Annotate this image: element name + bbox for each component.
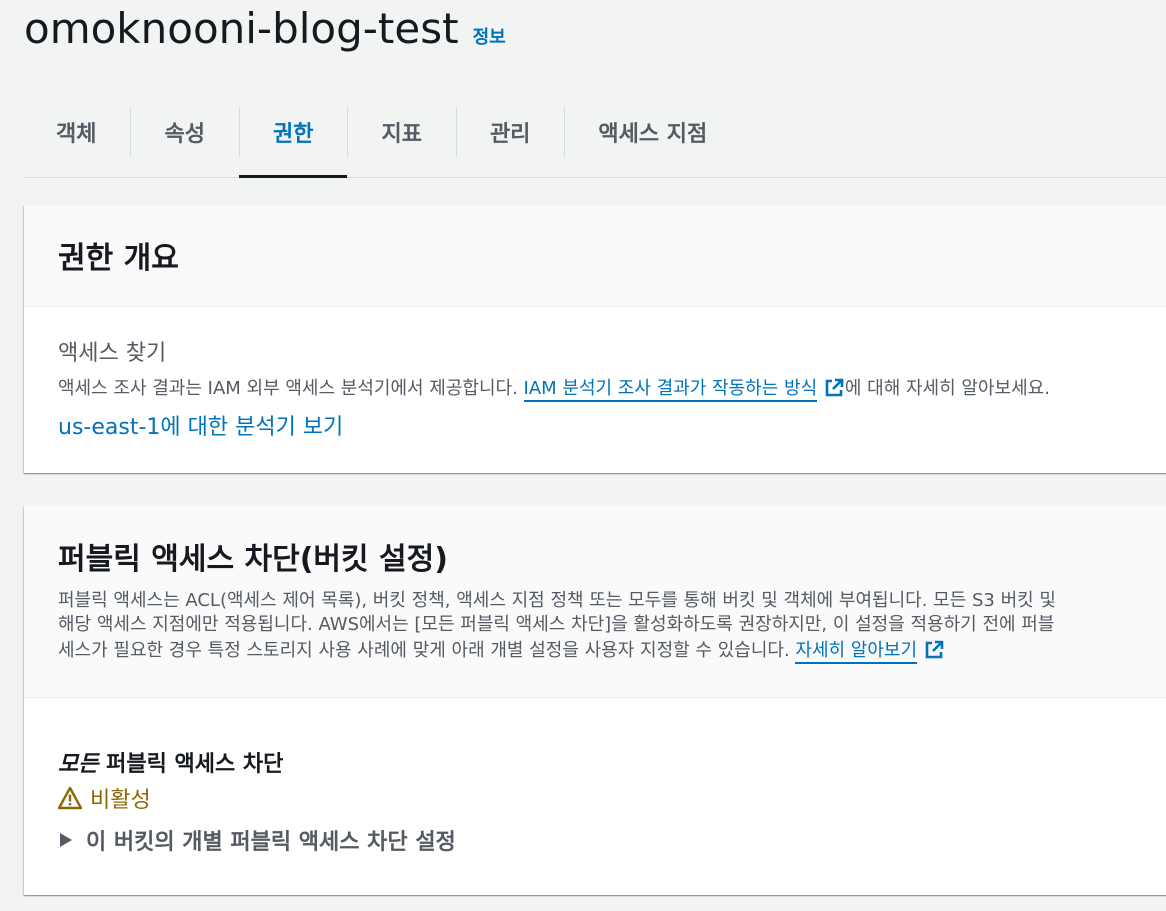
bucket-tabs: 객체 속성 권한 지표 관리 액세스 지점 [24, 108, 1166, 178]
access-finding-description: 액세스 조사 결과는 IAM 외부 액세스 분석기에서 제공합니다. IAM 분… [58, 377, 1050, 402]
panel-title: 퍼블릭 액세스 차단(버킷 설정) [58, 542, 448, 577]
expander-label: 이 버킷의 개별 퍼블릭 액세스 차단 설정 [86, 830, 456, 855]
tab-objects[interactable]: 객체 [24, 108, 130, 177]
tab-access-points[interactable]: 액세스 지점 [564, 108, 741, 177]
tab-label: 객체 [56, 122, 97, 147]
tab-management[interactable]: 관리 [455, 108, 564, 177]
iam-analyzer-docs-link[interactable]: IAM 분석기 조사 결과가 작동하는 방식 [523, 378, 818, 402]
panel-title: 권한 개요 [58, 241, 179, 276]
external-link-icon[interactable] [823, 377, 845, 399]
tab-permissions[interactable]: 권한 [238, 108, 348, 178]
tab-metrics[interactable]: 지표 [347, 108, 455, 177]
access-finding-heading: 액세스 찾기 [58, 341, 167, 366]
description-line: 퍼블릭 액세스는 ACL(액세스 제어 목록), 버킷 정책, 액세스 지점 정… [58, 590, 1056, 611]
external-link-icon[interactable] [923, 639, 945, 661]
description-text: 액세스 조사 결과는 IAM 외부 액세스 분석기에서 제공합니다. [58, 378, 524, 399]
tab-properties[interactable]: 속성 [130, 108, 238, 177]
permissions-overview-panel: 권한 개요 액세스 찾기 액세스 조사 결과는 IAM 외부 액세스 분석기에서… [24, 205, 1166, 473]
tab-label: 속성 [164, 122, 205, 147]
panel-header [24, 205, 1166, 307]
tab-label: 지표 [381, 122, 422, 147]
status-indicator: 비활성 [58, 782, 151, 814]
emphasis-text: 모든 [58, 752, 99, 777]
caret-right-icon [60, 833, 72, 847]
individual-settings-expander[interactable]: 이 버킷의 개별 퍼블릭 액세스 차단 설정 [58, 824, 456, 856]
learn-more-link[interactable]: 자세히 알아보기 [795, 640, 918, 664]
tab-label: 권한 [272, 122, 314, 147]
label-text: 퍼블릭 액세스 차단 [98, 752, 284, 777]
tab-label: 액세스 지점 [598, 122, 708, 147]
block-all-public-access-label: 모든 퍼블릭 액세스 차단 [58, 746, 283, 778]
bucket-name-title: omoknooni-blog-test [24, 4, 459, 53]
description-text: 세스가 필요한 경우 특정 스토리지 사용 사례에 맞게 아래 개별 설정을 사… [58, 640, 796, 661]
description-suffix: 에 대해 자세히 알아보세요. [844, 378, 1050, 399]
info-link[interactable]: 정보 [473, 23, 506, 49]
description-line: 해당 액세스 지점에만 적용됩니다. AWS에서는 [모든 퍼블릭 액세스 차단… [58, 614, 1055, 635]
warning-icon [58, 786, 82, 810]
description-line-last: 세스가 필요한 경우 특정 스토리지 사용 사례에 맞게 아래 개별 설정을 사… [58, 639, 945, 664]
status-text: 비활성 [90, 788, 151, 813]
view-analyzer-link[interactable]: us-east-1에 대한 분석기 보기 [58, 409, 343, 441]
tab-label: 관리 [489, 122, 531, 147]
page-header: omoknooni-blog-test 정보 [24, 4, 506, 54]
block-public-access-panel: 퍼블릭 액세스 차단(버킷 설정) 퍼블릭 액세스는 ACL(액세스 제어 목록… [24, 506, 1166, 895]
